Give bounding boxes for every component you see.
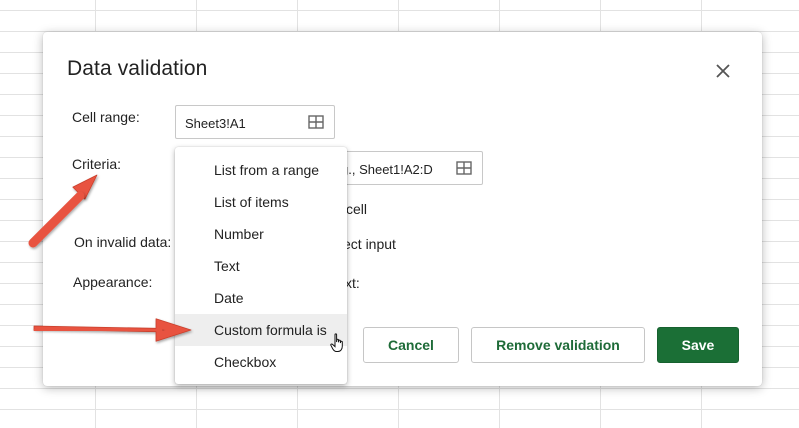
remove-validation-button[interactable]: Remove validation [471, 327, 645, 363]
dialog-title: Data validation [67, 57, 208, 80]
menu-item-number[interactable]: Number [175, 218, 347, 250]
save-button[interactable]: Save [657, 327, 739, 363]
criteria-range-input[interactable]: g., Sheet1!A2:D [328, 151, 483, 185]
menu-item-list-of-items[interactable]: List of items [175, 186, 347, 218]
hand-pointer-icon [330, 333, 343, 352]
cell-range-label: Cell range: [72, 109, 140, 125]
on-invalid-label: On invalid data: [74, 234, 172, 250]
criteria-option-text: cell [346, 201, 368, 217]
criteria-dropdown-menu: List from a range List of items Number T… [175, 147, 347, 384]
menu-item-date[interactable]: Date [175, 282, 347, 314]
appearance-value[interactable]: xt: [345, 275, 360, 291]
on-invalid-value[interactable]: ect input [343, 236, 396, 252]
menu-item-checkbox[interactable]: Checkbox [175, 346, 347, 378]
grid-icon[interactable] [456, 161, 472, 175]
menu-item-text[interactable]: Text [175, 250, 347, 282]
grid-icon[interactable] [308, 115, 324, 129]
data-validation-dialog: Data validation Cell range: Sheet3!A1 Cr… [43, 32, 762, 386]
criteria-range-placeholder: g., Sheet1!A2:D [341, 162, 433, 177]
criteria-label: Criteria: [72, 156, 122, 172]
cancel-button[interactable]: Cancel [363, 327, 459, 363]
close-icon[interactable] [714, 62, 732, 80]
appearance-label: Appearance: [73, 274, 153, 290]
menu-item-list-from-range[interactable]: List from a range [175, 154, 347, 186]
cell-range-value: Sheet3!A1 [185, 116, 246, 131]
cell-range-input[interactable]: Sheet3!A1 [175, 105, 335, 139]
menu-item-custom-formula[interactable]: Custom formula is [175, 314, 347, 346]
